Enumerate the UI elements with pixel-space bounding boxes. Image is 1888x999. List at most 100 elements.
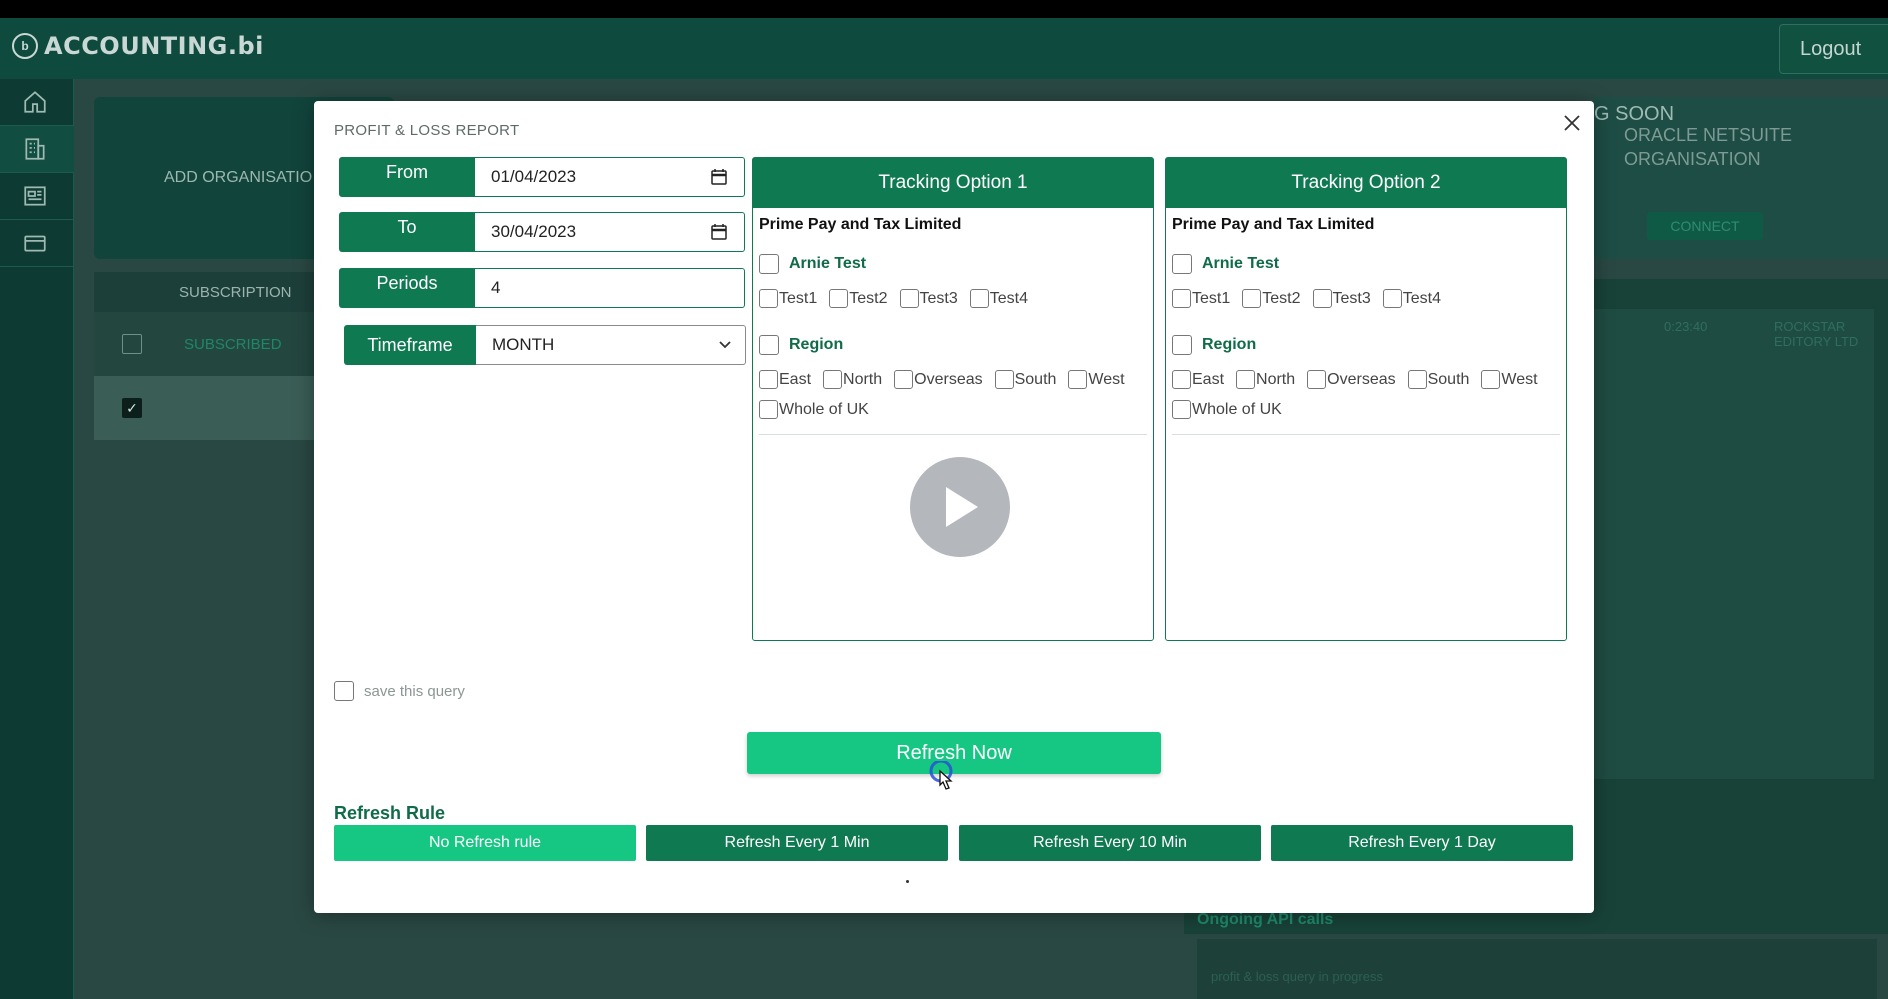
periods-label: Periods — [339, 268, 475, 308]
option-test4[interactable]: Test4 — [969, 289, 1028, 308]
option-test3[interactable]: Test3 — [899, 289, 958, 308]
sidebar-item-billing[interactable] — [0, 220, 74, 267]
profit-loss-modal: PROFIT & LOSS REPORT From 01/04/2023 To … — [314, 101, 1594, 913]
from-field: From 01/04/2023 — [339, 157, 745, 197]
calendar-icon[interactable] — [710, 223, 728, 241]
refresh-every-1-min-button[interactable]: Refresh Every 1 Min — [646, 825, 948, 861]
save-query-checkbox[interactable] — [334, 681, 354, 701]
tracking-option-2-title: Tracking Option 2 — [1166, 158, 1566, 208]
option-whole-of-uk[interactable]: Whole of UK — [1172, 400, 1282, 419]
refresh-now-button[interactable]: Refresh Now — [747, 732, 1161, 774]
tracking-option-2-panel: Tracking Option 2 Prime Pay and Tax Limi… — [1165, 157, 1567, 641]
top-bar — [0, 0, 1888, 18]
option-south[interactable]: South — [994, 370, 1056, 389]
video-play-button[interactable] — [910, 457, 1010, 557]
divider — [1172, 434, 1560, 435]
category-checkbox[interactable] — [759, 254, 779, 274]
from-date-input[interactable]: 01/04/2023 — [475, 157, 745, 197]
option-test1[interactable]: Test1 — [1172, 289, 1230, 308]
to-label: To — [339, 212, 475, 252]
periods-input[interactable]: 4 — [475, 268, 745, 308]
to-field: To 30/04/2023 — [339, 212, 745, 252]
app-header: b ACCOUNTING.bi Logout — [0, 18, 1888, 79]
arnie-test-options: Test1 Test2 Test3 Test4 — [759, 289, 1040, 308]
sidebar-item-reports[interactable] — [0, 173, 74, 220]
category-region[interactable]: Region — [759, 335, 843, 355]
divider — [759, 434, 1147, 435]
right-panel-time: 0:23:40 — [1664, 319, 1708, 334]
region-options: East North Overseas South West — [759, 370, 1137, 389]
close-button[interactable] — [1558, 109, 1586, 137]
tracking-option-1-title: Tracking Option 1 — [753, 158, 1153, 208]
option-north[interactable]: North — [823, 370, 882, 389]
from-label: From — [339, 157, 475, 197]
category-arnie-test[interactable]: Arnie Test — [759, 254, 866, 274]
option-whole-of-uk[interactable]: Whole of UK — [759, 400, 869, 419]
home-icon — [24, 91, 46, 113]
newspaper-icon — [24, 186, 46, 206]
logo: b ACCOUNTING.bi — [12, 32, 264, 60]
refresh-every-1-day-button[interactable]: Refresh Every 1 Day — [1271, 825, 1573, 861]
sidebar-item-home[interactable] — [0, 79, 74, 126]
option-test2[interactable]: Test2 — [1242, 289, 1301, 308]
connect-button[interactable]: CONNECT — [1647, 212, 1763, 240]
option-east[interactable]: East — [1172, 370, 1224, 389]
option-overseas[interactable]: Overseas — [1307, 370, 1396, 389]
calendar-icon[interactable] — [710, 168, 728, 186]
refresh-rule-title: Refresh Rule — [334, 803, 446, 823]
netsuite-label: ORACLE NETSUITE ORGANISATION — [1624, 125, 1793, 169]
org-name: Prime Pay and Tax Limited — [759, 216, 962, 233]
to-date-input[interactable]: 30/04/2023 — [475, 212, 745, 252]
option-west[interactable]: West — [1068, 370, 1125, 389]
subscription-header: SUBSCRIPTION — [179, 284, 292, 301]
option-test2[interactable]: Test2 — [829, 289, 888, 308]
option-test3[interactable]: Test3 — [1312, 289, 1371, 308]
chevron-down-icon — [719, 341, 731, 349]
add-organisation-label: ADD ORGANISATIO — [164, 169, 313, 186]
dot — [906, 880, 909, 883]
category-checkbox[interactable] — [1172, 335, 1192, 355]
close-icon — [1564, 115, 1580, 131]
save-query-label: save this query — [364, 682, 465, 700]
tracking-option-1-panel: Tracking Option 1 Prime Pay and Tax Limi… — [752, 157, 1154, 641]
no-refresh-rule-button[interactable]: No Refresh rule — [334, 825, 636, 861]
timeframe-field: Timeframe MONTH — [344, 325, 746, 365]
row-checkbox[interactable] — [122, 334, 142, 354]
option-test1[interactable]: Test1 — [759, 289, 817, 308]
logout-button[interactable]: Logout — [1779, 24, 1888, 74]
region-options-2: Whole of UK — [759, 400, 881, 419]
org-name: Prime Pay and Tax Limited — [1172, 216, 1375, 233]
option-east[interactable]: East — [759, 370, 811, 389]
category-arnie-test[interactable]: Arnie Test — [1172, 254, 1279, 274]
option-south[interactable]: South — [1407, 370, 1469, 389]
building-icon — [25, 138, 45, 160]
play-icon — [946, 487, 978, 527]
category-region[interactable]: Region — [1172, 335, 1256, 355]
option-west[interactable]: West — [1481, 370, 1538, 389]
right-panel-inner — [1564, 309, 1874, 779]
timeframe-label: Timeframe — [344, 325, 476, 365]
category-checkbox[interactable] — [1172, 254, 1192, 274]
modal-title: PROFIT & LOSS REPORT — [334, 122, 520, 139]
option-north[interactable]: North — [1236, 370, 1295, 389]
logo-icon: b — [12, 33, 38, 59]
category-checkbox[interactable] — [759, 335, 779, 355]
region-options-2: Whole of UK — [1172, 400, 1294, 419]
save-query-option[interactable]: save this query — [334, 681, 465, 701]
row-status: SUBSCRIBED — [184, 336, 282, 353]
card-icon — [24, 235, 46, 252]
arnie-test-options: Test1 Test2 Test3 Test4 — [1172, 289, 1453, 308]
row-checkbox-checked[interactable]: ✓ — [122, 398, 142, 418]
timeframe-select[interactable]: MONTH — [476, 325, 746, 365]
periods-field: Periods 4 — [339, 268, 745, 308]
right-panel-org: ROCKSTAR EDITORY LTD — [1774, 319, 1859, 349]
option-overseas[interactable]: Overseas — [894, 370, 983, 389]
ongoing-api-title: Ongoing API calls — [1197, 911, 1334, 928]
sidebar-item-organisations[interactable] — [0, 126, 74, 173]
region-options: East North Overseas South West — [1172, 370, 1550, 389]
refresh-every-10-min-button[interactable]: Refresh Every 10 Min — [959, 825, 1261, 861]
ongoing-api-box: profit & loss query in progress — [1197, 939, 1877, 999]
ongoing-api-text: profit & loss query in progress — [1211, 969, 1383, 984]
option-test4[interactable]: Test4 — [1382, 289, 1441, 308]
sidebar — [0, 79, 74, 999]
